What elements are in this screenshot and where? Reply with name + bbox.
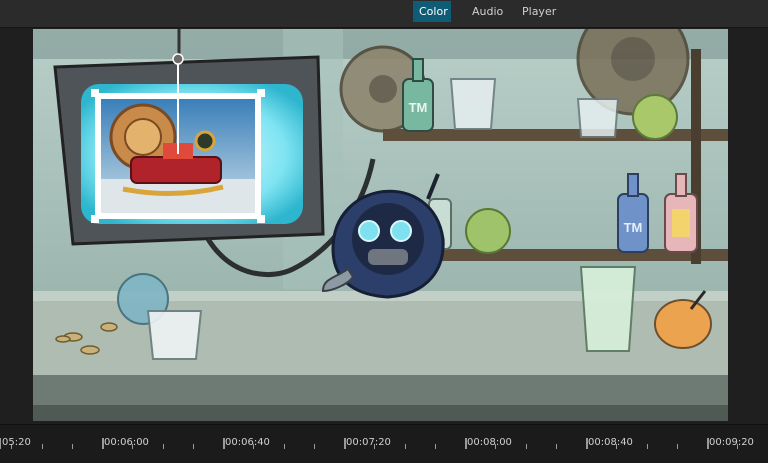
ruler-minor-tick xyxy=(72,444,73,449)
timecode-label: 00:08:40 xyxy=(588,437,633,448)
viewer-tab-bar: Color Audio Player xyxy=(0,0,768,28)
ruler-minor-tick xyxy=(314,444,315,449)
ruler-minor-tick xyxy=(556,444,557,449)
video-frame-scene: TM TM xyxy=(33,29,728,421)
resize-handle xyxy=(257,89,265,97)
ruler-minor-tick xyxy=(526,444,527,449)
green-orb-shelf xyxy=(465,208,511,254)
timecode-label: 00:06:40 xyxy=(225,437,270,448)
tab-color[interactable]: Color xyxy=(413,1,451,22)
ruler-minor-tick xyxy=(647,444,648,449)
tab-audio[interactable]: Audio xyxy=(466,1,506,22)
glass-top-2 xyxy=(576,98,620,138)
bottle-label: TM xyxy=(624,220,643,235)
resize-handle xyxy=(257,215,265,223)
ruler-minor-tick xyxy=(284,444,285,449)
bottle-label: TM xyxy=(409,100,428,115)
resize-handle xyxy=(91,89,99,97)
green-orb-top xyxy=(632,94,678,140)
timecode-label: 00:06:00 xyxy=(104,437,149,448)
timecode-label: 05:20 xyxy=(2,437,31,448)
tab-player[interactable]: Player xyxy=(516,1,558,22)
ruler-minor-tick xyxy=(677,444,678,449)
video-preview[interactable]: TM TM xyxy=(33,29,728,421)
timecode-label: 00:08:00 xyxy=(467,437,512,448)
glass-right-drink xyxy=(579,266,637,352)
resize-handle xyxy=(91,215,99,223)
ruler-minor-tick xyxy=(405,444,406,449)
glass-left xyxy=(146,310,203,360)
ruler-minor-tick xyxy=(193,444,194,449)
orange-drink xyxy=(654,299,712,349)
timecode-label: 00:07:20 xyxy=(346,437,391,448)
glass-top-1 xyxy=(449,78,497,130)
timecode-label: 00:09:20 xyxy=(709,437,754,448)
ruler-minor-tick xyxy=(42,444,43,449)
timeline-ruler[interactable]: 05:20 00:06:00 00:06:40 00:07:20 00:08:0… xyxy=(0,424,768,463)
ruler-minor-tick xyxy=(163,444,164,449)
ruler-major-tick xyxy=(0,438,1,449)
ruler-minor-tick xyxy=(435,444,436,449)
